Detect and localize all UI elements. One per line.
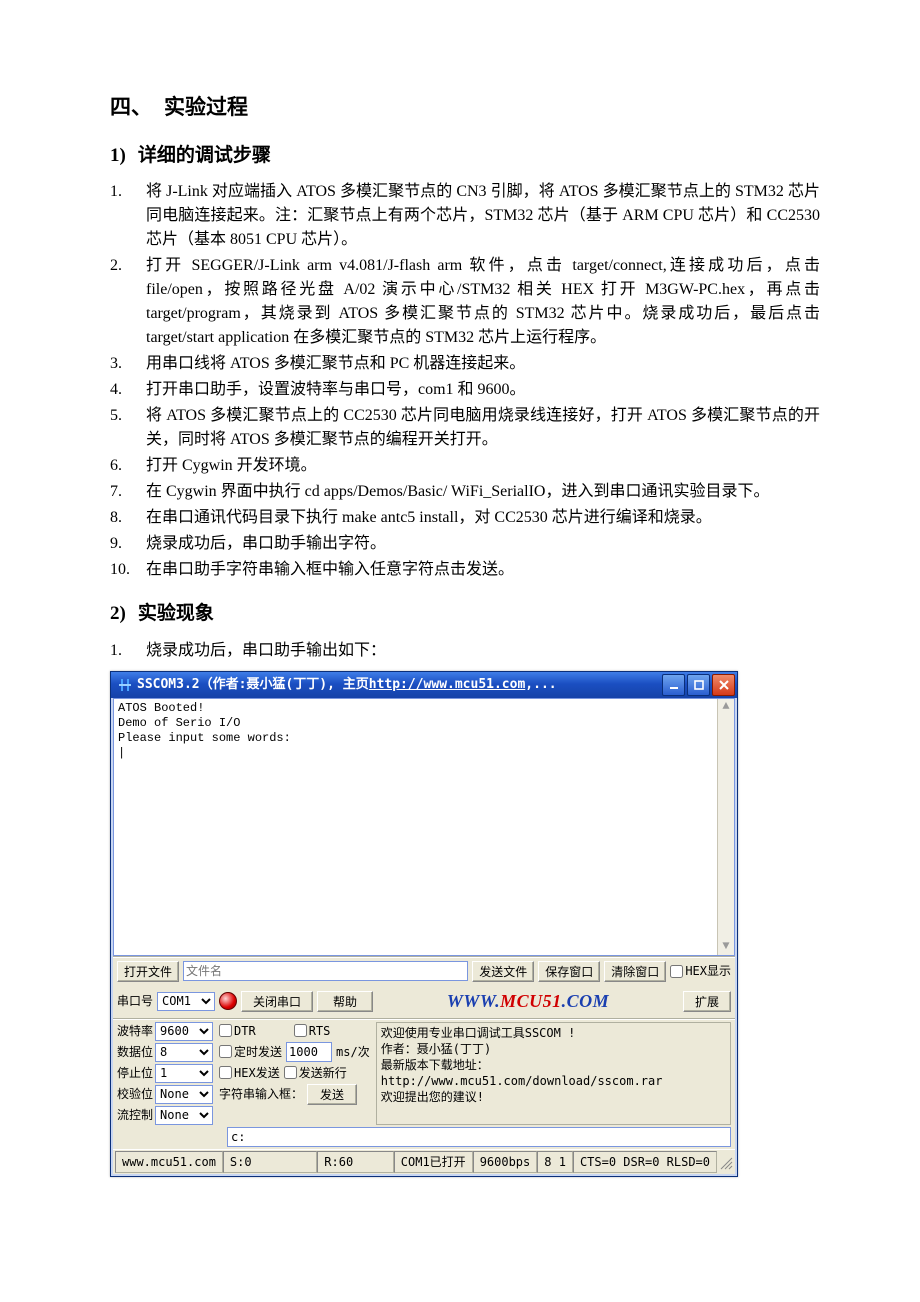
com-select[interactable]: COM1 — [157, 992, 215, 1011]
section-heading: 四、实验过程 — [110, 92, 820, 124]
file-name-input[interactable] — [183, 961, 468, 981]
status-recv: R:60 — [317, 1151, 394, 1173]
send-newline-checkbox[interactable]: 发送新行 — [284, 1064, 347, 1082]
stopbits-select[interactable]: 1 — [155, 1064, 213, 1083]
scroll-down-icon[interactable]: ▼ — [718, 939, 734, 955]
rts-checkbox[interactable]: RTS — [294, 1022, 331, 1040]
databits-select[interactable]: 8 — [155, 1043, 213, 1062]
serial-output[interactable]: ATOS Booted! Demo of Serio I/O Please in… — [113, 698, 735, 956]
help-button[interactable]: 帮助 — [317, 991, 373, 1012]
close-button[interactable] — [712, 674, 735, 696]
step-text: 打开 SEGGER/J-Link arm v4.081/J-flash arm … — [146, 257, 820, 346]
steps-list: 1.将 J-Link 对应端插入 ATOS 多模汇聚节点的 CN3 引脚，将 A… — [110, 180, 820, 582]
step-text: 打开 Cygwin 开发环境。 — [146, 457, 317, 474]
open-file-button[interactable]: 打开文件 — [117, 961, 179, 982]
send-button[interactable]: 发送 — [307, 1084, 357, 1105]
timed-interval-input[interactable] — [286, 1042, 332, 1062]
status-bar: www.mcu51.com S:0 R:60 COM1已打开 9600bps 8… — [113, 1149, 735, 1174]
window-title: SSCOM3.2（作者:聂小猛(丁丁), 主页http://www.mcu51.… — [137, 675, 662, 695]
step-text: 在串口助手字符串输入框中输入任意字符点击发送。 — [146, 561, 514, 578]
hex-send-checkbox[interactable]: HEX发送 — [219, 1064, 280, 1082]
extend-button[interactable]: 扩展 — [683, 991, 731, 1012]
com-label: 串口号 — [117, 992, 153, 1010]
save-window-button[interactable]: 保存窗口 — [538, 961, 600, 982]
step-text: 烧录成功后，串口助手输出如下： — [146, 642, 386, 659]
flow-label: 流控制 — [117, 1106, 153, 1125]
step-text: 烧录成功后，串口助手输出字符。 — [146, 535, 386, 552]
close-com-button[interactable]: 关闭串口 — [241, 991, 313, 1012]
resize-grip-icon[interactable] — [717, 1154, 733, 1170]
parity-select[interactable]: None — [155, 1085, 213, 1104]
timed-send-checkbox[interactable]: 定时发送 — [219, 1043, 282, 1061]
info-panel: 欢迎使用专业串口调试工具SSCOM ! 作者：聂小猛(丁丁) 最新版本下载地址：… — [376, 1022, 731, 1125]
clear-window-button[interactable]: 清除窗口 — [604, 961, 666, 982]
step-text: 打开串口助手，设置波特率与串口号，com1 和 9600。 — [146, 381, 526, 398]
send-file-button[interactable]: 发送文件 — [472, 961, 534, 982]
baud-label: 波特率 — [117, 1022, 153, 1041]
maximize-button[interactable] — [687, 674, 710, 696]
char-input[interactable] — [227, 1127, 731, 1147]
status-format: 8 1 — [537, 1151, 573, 1173]
minimize-button[interactable] — [662, 674, 685, 696]
timed-unit-label: ms/次 — [336, 1043, 370, 1061]
charbox-label: 字符串输入框： — [219, 1085, 303, 1103]
app-icon — [117, 677, 133, 693]
step-text: 将 J-Link 对应端插入 ATOS 多模汇聚节点的 CN3 引脚，将 ATO… — [146, 183, 820, 248]
record-icon[interactable] — [219, 992, 237, 1010]
hex-display-checkbox[interactable]: HEX显示 — [670, 962, 731, 980]
brand-logo: WWW.MCU51.COM — [377, 988, 679, 1015]
stopbits-label: 停止位 — [117, 1064, 153, 1083]
status-baud: 9600bps — [473, 1151, 538, 1173]
status-sent: S:0 — [223, 1151, 317, 1173]
scrollbar-vertical[interactable]: ▲ ▼ — [717, 699, 734, 955]
baud-select[interactable]: 9600 — [155, 1022, 213, 1041]
steps-list-2: 1.烧录成功后，串口助手输出如下： — [110, 639, 820, 663]
parity-label: 校验位 — [117, 1085, 153, 1104]
step-text: 将 ATOS 多模汇聚节点上的 CC2530 芯片同电脑用烧录线连接好，打开 A… — [146, 407, 820, 448]
flow-select[interactable]: None — [155, 1106, 213, 1125]
step-text: 在 Cygwin 界面中执行 cd apps/Demos/Basic/ WiFi… — [146, 483, 769, 500]
status-lines: CTS=0 DSR=0 RLSD=0 — [573, 1151, 717, 1173]
scroll-up-icon[interactable]: ▲ — [718, 699, 734, 715]
subsection-heading: 2)实验现象 — [110, 600, 820, 629]
dtr-checkbox[interactable]: DTR — [219, 1022, 256, 1040]
status-site: www.mcu51.com — [115, 1151, 223, 1173]
status-com: COM1已打开 — [394, 1151, 473, 1173]
subsection-heading: 1)详细的调试步骤 — [110, 142, 820, 171]
titlebar[interactable]: SSCOM3.2（作者:聂小猛(丁丁), 主页http://www.mcu51.… — [111, 672, 737, 698]
sscom-window: SSCOM3.2（作者:聂小猛(丁丁), 主页http://www.mcu51.… — [110, 671, 738, 1177]
step-text: 在串口通讯代码目录下执行 make antc5 install，对 CC2530… — [146, 509, 712, 526]
databits-label: 数据位 — [117, 1043, 153, 1062]
step-text: 用串口线将 ATOS 多模汇聚节点和 PC 机器连接起来。 — [146, 355, 525, 372]
